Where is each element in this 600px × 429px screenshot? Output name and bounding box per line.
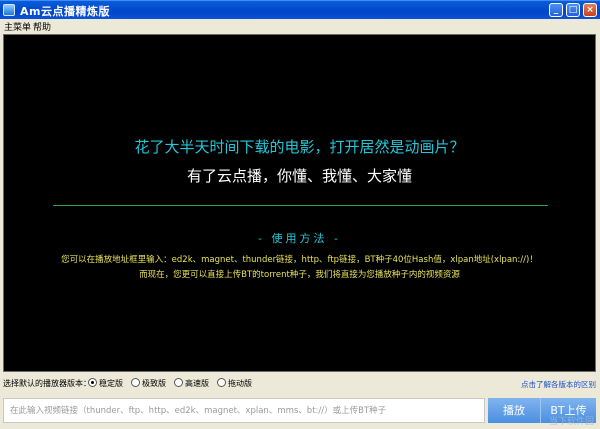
bottom-bar: 播放 BT上传 当下软件园	[0, 393, 600, 429]
player-version-label: 选择默认的播放器版本：	[3, 379, 91, 388]
player-version-options: 选择默认的播放器版本： 稳定版 极致版 高速版 拖动版 点击了解各版本的区别	[0, 375, 600, 391]
radio-extreme[interactable]	[131, 378, 140, 387]
radio-highspeed[interactable]	[174, 378, 183, 387]
radio-drag[interactable]	[217, 378, 226, 387]
promo-headline: 花了大半天时间下载的电影，打开居然是动画片？	[134, 138, 465, 156]
menu-bar: 主菜单 帮助	[0, 19, 600, 34]
radio-stable-label[interactable]: 稳定版	[99, 378, 123, 389]
play-button[interactable]: 播放	[488, 398, 540, 423]
video-stage[interactable]: 花了大半天时间下载的电影，打开居然是动画片？ 有了云点播，你懂、我懂、大家懂 -…	[3, 34, 596, 372]
radio-drag-label[interactable]: 拖动版	[228, 378, 252, 389]
app-icon	[3, 4, 15, 16]
video-url-input[interactable]	[3, 398, 485, 423]
radio-highspeed-label[interactable]: 高速版	[185, 378, 209, 389]
version-help-link[interactable]: 点击了解各版本的区别	[521, 379, 596, 390]
close-button[interactable]: ×	[583, 3, 597, 17]
promo-subline: 有了云点播，你懂、我懂、大家懂	[186, 167, 412, 185]
maximize-button[interactable]: □	[566, 3, 580, 17]
watermark-text: 当下软件园	[548, 417, 594, 427]
stage-divider	[53, 205, 548, 206]
minimize-button[interactable]: _	[549, 3, 563, 17]
usage-instruction-1: 您可以在播放地址框里输入：ed2k、magnet、thunder链接，http、…	[61, 255, 538, 265]
usage-title: - 使用方法 -	[258, 232, 341, 245]
menu-item-help[interactable]: 帮助	[33, 20, 51, 33]
menu-item-main[interactable]: 主菜单	[4, 20, 31, 33]
title-bar: Am云点播精炼版 _ □ ×	[0, 0, 600, 19]
radio-stable[interactable]	[88, 378, 97, 387]
usage-instruction-2: 而现在，您更可以直接上传BT的torrent种子，我们将直接为您播放种子内的视频…	[139, 270, 460, 280]
radio-extreme-label[interactable]: 极致版	[142, 378, 166, 389]
window-title: Am云点播精炼版	[20, 5, 110, 18]
